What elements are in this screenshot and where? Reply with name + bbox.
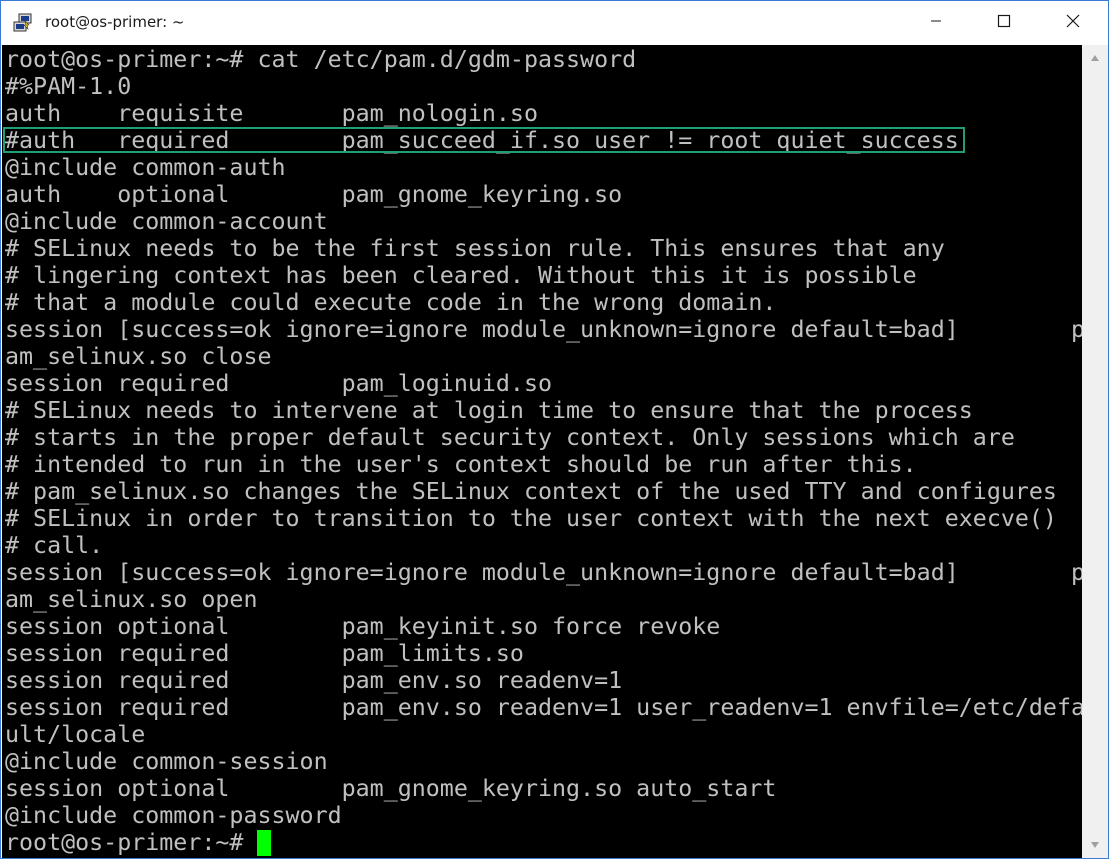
minimize-button[interactable] (913, 1, 959, 45)
terminal-line: # SELinux in order to transition to the … (5, 505, 1057, 532)
terminal-screen[interactable]: root@os-primer:~# cat /etc/pam.d/gdm-pas… (2, 45, 1082, 858)
scroll-down-button[interactable] (1082, 832, 1108, 858)
terminal-line: root@os-primer:~# cat /etc/pam.d/gdm-pas… (5, 46, 637, 73)
window-title: root@os-primer: ~ (45, 13, 185, 31)
terminal-line: @include common-password (5, 802, 342, 829)
maximize-button[interactable] (981, 1, 1027, 45)
terminal-line: # starts in the proper default security … (5, 424, 1015, 451)
terminal-line: @include common-account (5, 208, 328, 235)
terminal-window: root@os-primer: ~ root@os-primer:~# cat … (0, 0, 1109, 859)
maximize-icon (997, 14, 1011, 33)
terminal-line: session required pam_env.so readenv=1 us… (5, 694, 1082, 721)
terminal-line: # pam_selinux.so changes the SELinux con… (5, 478, 1057, 505)
terminal-line: @include common-auth (5, 154, 286, 181)
terminal-line: ult/locale (5, 721, 146, 748)
terminal-line: session optional pam_gnome_keyring.so au… (5, 775, 777, 802)
terminal-line: # SELinux needs to intervene at login ti… (5, 397, 973, 424)
shell-prompt: root@os-primer:~# (5, 829, 258, 856)
terminal-output: root@os-primer:~# cat /etc/pam.d/gdm-pas… (5, 46, 1082, 856)
minimize-icon (930, 14, 942, 32)
close-icon (1066, 14, 1080, 33)
terminal-line: session [success=ok ignore=ignore module… (5, 316, 1082, 343)
terminal-line: am_selinux.so open (5, 586, 258, 613)
terminal-line: # lingering context has been cleared. Wi… (5, 262, 917, 289)
terminal-line: # intended to run in the user's context … (5, 451, 917, 478)
terminal-line: # SELinux needs to be the first session … (5, 235, 945, 262)
chevron-down-icon (1090, 836, 1100, 854)
text-cursor (257, 830, 272, 856)
terminal-line: auth optional pam_gnome_keyring.so (5, 181, 623, 208)
terminal-line: @include common-session (5, 748, 328, 775)
terminal-line: session required pam_loginuid.so (5, 370, 553, 397)
terminal-line: session required pam_limits.so (5, 640, 524, 667)
terminal-line: auth requisite pam_nologin.so (5, 100, 538, 127)
chevron-up-icon (1090, 49, 1100, 67)
putty-icon[interactable] (13, 13, 33, 33)
terminal-line: am_selinux.so close (5, 343, 272, 370)
terminal-line: session [success=ok ignore=ignore module… (5, 559, 1082, 586)
vertical-scrollbar[interactable] (1082, 45, 1108, 858)
terminal-line: # call. (5, 532, 104, 559)
prompt-line: root@os-primer:~# (5, 829, 1082, 856)
terminal-line: #auth required pam_succeed_if.so user !=… (5, 127, 959, 154)
close-button[interactable] (1050, 1, 1096, 45)
terminal-line: session required pam_env.so readenv=1 (5, 667, 623, 694)
title-bar[interactable]: root@os-primer: ~ (1, 1, 1108, 45)
terminal-line: session optional pam_keyinit.so force re… (5, 613, 721, 640)
terminal-line: # that a module could execute code in th… (5, 289, 777, 316)
scroll-up-button[interactable] (1082, 45, 1108, 71)
terminal-line: #%PAM-1.0 (5, 73, 132, 100)
